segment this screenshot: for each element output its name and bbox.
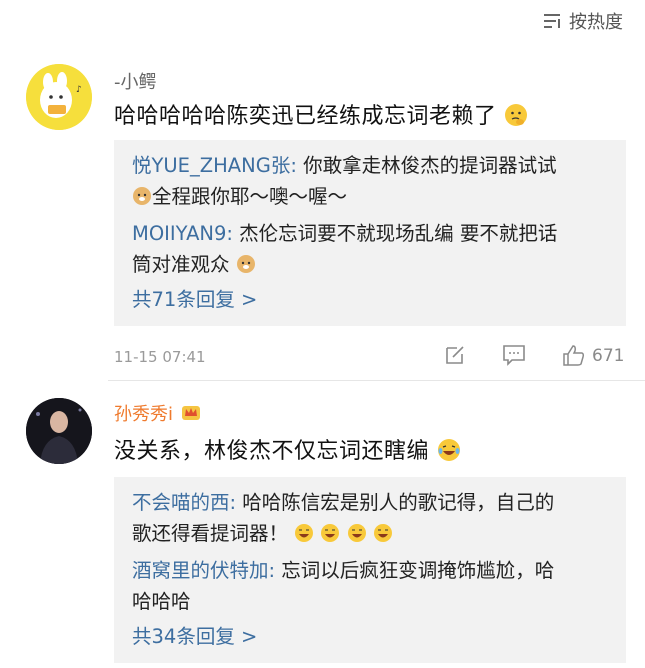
reply-item[interactable]: 不会喵的西: 哈哈陈信宏是别人的歌记得，自己的 歌还得看提词器！ — [132, 487, 608, 549]
laugh-cry-emoji-group — [294, 522, 393, 545]
laugh-cry-emoji-icon — [437, 439, 460, 461]
crown-icon — [181, 406, 200, 420]
thinking-emoji-icon — [505, 104, 528, 126]
replies-panel: 不会喵的西: 哈哈陈信宏是别人的歌记得，自己的 歌还得看提词器！ 酒窝里的伏特加… — [114, 477, 626, 663]
doge-emoji-icon — [236, 255, 255, 273]
reply-username[interactable]: 不会喵的西: — [132, 491, 236, 514]
sort-label: 按热度 — [569, 12, 623, 33]
doge-emoji-icon — [133, 187, 151, 205]
comment-bubble-icon — [503, 345, 525, 366]
reply-username[interactable]: 酒窝里的伏特加: — [132, 559, 275, 582]
thumbs-up-icon — [563, 345, 585, 366]
like-count: 671 — [592, 346, 625, 366]
reply-username[interactable]: 悦YUE_ZHANG张: — [132, 154, 297, 177]
comment-button[interactable] — [502, 344, 526, 366]
comment-username[interactable]: -小鳄 — [114, 68, 157, 94]
cartoon-avatar-icon: ♪ — [26, 64, 92, 130]
reply-item[interactable]: 酒窝里的伏特加: 忘词以后疯狂变调掩饰尴尬，哈 哈哈哈 — [132, 555, 608, 617]
reply-item[interactable]: MOIIYAN9: 杰伦忘词要不就现场乱编 要不就把话 筒对准观众 — [132, 218, 608, 280]
sort-lines-icon — [544, 14, 560, 28]
comment-meta: 11-15 07:41 671 — [114, 344, 626, 372]
laugh-cry-emoji-icon — [373, 524, 392, 542]
avatar[interactable] — [26, 398, 92, 464]
comment-text: 哈哈哈哈哈陈奕迅已经练成忘词老赖了 — [114, 98, 528, 130]
replies-panel: 悦YUE_ZHANG张: 你敢拿走林俊杰的提词器试试 全程跟你耶～噢～喔～ MO… — [114, 140, 626, 326]
laugh-cry-emoji-icon — [347, 524, 366, 542]
laugh-cry-emoji-icon — [295, 524, 314, 542]
photo-avatar-icon — [26, 398, 92, 464]
repost-button[interactable] — [444, 344, 466, 366]
like-button[interactable]: 671 — [562, 344, 624, 368]
reply-item[interactable]: 悦YUE_ZHANG张: 你敢拿走林俊杰的提词器试试 全程跟你耶～噢～喔～ — [132, 150, 608, 212]
reply-username[interactable]: MOIIYAN9: — [132, 222, 233, 245]
comment-text: 没关系，林俊杰不仅忘词还瞎编 — [114, 433, 461, 465]
comment-time: 11-15 07:41 — [114, 348, 206, 366]
divider — [108, 380, 645, 381]
comment-username[interactable]: 孙秀秀i — [114, 400, 201, 426]
repost-icon — [446, 346, 464, 364]
sort-by-hot-button[interactable]: 按热度 — [543, 8, 623, 34]
laugh-cry-emoji-icon — [321, 524, 340, 542]
avatar[interactable]: ♪ — [26, 64, 92, 130]
more-replies-link[interactable]: 共71条回复 > — [132, 286, 608, 314]
more-replies-link[interactable]: 共34条回复 > — [132, 623, 608, 651]
svg-text:♪: ♪ — [76, 85, 82, 95]
